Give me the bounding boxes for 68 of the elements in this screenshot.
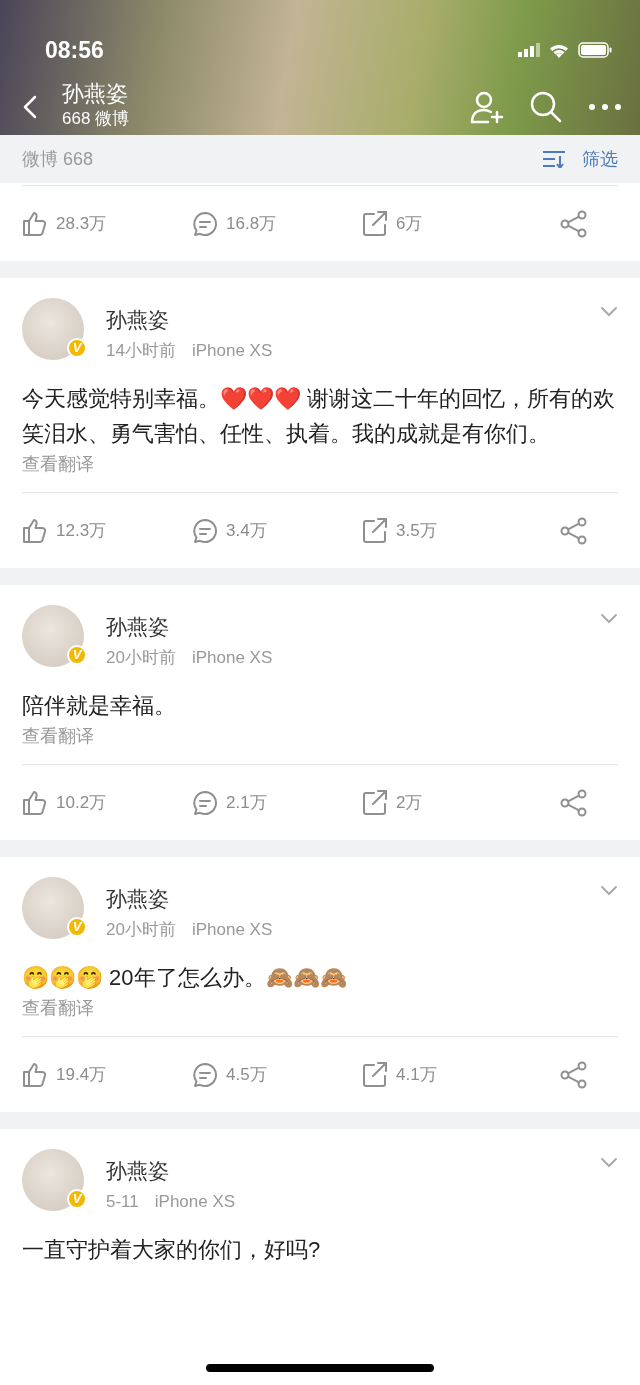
translate-link[interactable]: 查看翻译 — [0, 451, 640, 478]
chevron-down-icon[interactable] — [600, 885, 618, 897]
comment-icon[interactable] — [192, 1061, 218, 1088]
repost-icon[interactable] — [362, 210, 388, 237]
chevron-down-icon[interactable] — [600, 613, 618, 625]
post-time: 14小时前 — [106, 339, 176, 362]
wifi-icon — [548, 42, 570, 58]
post-time: 5-11 — [106, 1190, 139, 1213]
share-icon[interactable] — [560, 788, 588, 817]
status-time: 08:56 — [45, 35, 104, 65]
comment-count: 3.4万 — [226, 519, 267, 542]
repost-icon[interactable] — [362, 789, 388, 816]
comment-count: 4.5万 — [226, 1063, 267, 1086]
post-text: 一直守护着大家的你们，好吗? — [21, 1236, 322, 1264]
post-text: 陪伴就是幸福。 — [21, 692, 177, 720]
share-icon[interactable] — [560, 516, 588, 545]
author-name: 孙燕姿 — [106, 886, 170, 912]
like-icon[interactable] — [22, 517, 48, 544]
verified-badge: V — [67, 645, 87, 665]
search-icon[interactable] — [530, 90, 562, 123]
post-count: 668 微博 — [62, 107, 130, 130]
repost-count: 2万 — [396, 791, 423, 814]
post-time: 20小时前 — [106, 646, 176, 669]
add-user-icon[interactable] — [470, 89, 504, 124]
comment-icon[interactable] — [192, 517, 218, 544]
post-device: iPhone XS — [191, 339, 273, 362]
like-icon[interactable] — [22, 1061, 48, 1088]
like-count: 10.2万 — [56, 791, 107, 814]
profile-name: 孙燕姿 — [62, 81, 129, 106]
translate-link[interactable]: 查看翻译 — [0, 995, 640, 1022]
chevron-down-icon[interactable] — [600, 1157, 618, 1169]
like-count: 12.3万 — [56, 519, 107, 542]
filter-link[interactable]: 筛选 — [582, 145, 618, 173]
repost-count: 3.5万 — [396, 519, 437, 542]
verified-badge: V — [67, 1189, 87, 1209]
like-count: 28.3万 — [56, 212, 107, 235]
comment-icon[interactable] — [192, 210, 218, 237]
post-text: 🤭🤭🤭 20年了怎么办。🙈🙈🙈 — [21, 964, 348, 992]
comment-count: 2.1万 — [226, 791, 267, 814]
post-device: iPhone XS — [191, 646, 273, 669]
repost-count: 6万 — [396, 212, 423, 235]
comment-icon[interactable] — [192, 789, 218, 816]
share-icon[interactable] — [560, 1060, 588, 1089]
like-icon[interactable] — [22, 210, 48, 237]
like-icon[interactable] — [22, 789, 48, 816]
signal-icon — [518, 43, 540, 57]
author-name: 孙燕姿 — [106, 1158, 170, 1184]
translate-link[interactable]: 查看翻译 — [0, 723, 640, 750]
battery-icon — [578, 42, 612, 58]
repost-icon[interactable] — [362, 1061, 388, 1088]
share-icon[interactable] — [560, 209, 588, 238]
more-icon[interactable] — [588, 102, 622, 111]
post-device: iPhone XS — [191, 918, 273, 941]
verified-badge: V — [67, 917, 87, 937]
post-device: iPhone XS — [154, 1190, 236, 1213]
repost-count: 4.1万 — [396, 1063, 437, 1086]
post-text: 今天感觉特别幸福。❤❤❤ 谢谢这二十年的回忆，所有的欢笑泪水、勇气害怕、任性、执着。我的成就是有你们。 — [21, 385, 617, 448]
author-name: 孙燕姿 — [106, 614, 170, 640]
filter-icon[interactable] — [542, 150, 566, 168]
repost-icon[interactable] — [362, 517, 388, 544]
verified-badge: V — [67, 338, 87, 358]
back-icon[interactable] — [22, 94, 38, 119]
comment-count: 16.8万 — [226, 212, 277, 235]
post-time: 20小时前 — [106, 918, 176, 941]
like-count: 19.4万 — [56, 1063, 107, 1086]
author-name: 孙燕姿 — [106, 307, 170, 333]
feed-count-label: 微博 668 — [22, 147, 94, 171]
chevron-down-icon[interactable] — [600, 306, 618, 318]
